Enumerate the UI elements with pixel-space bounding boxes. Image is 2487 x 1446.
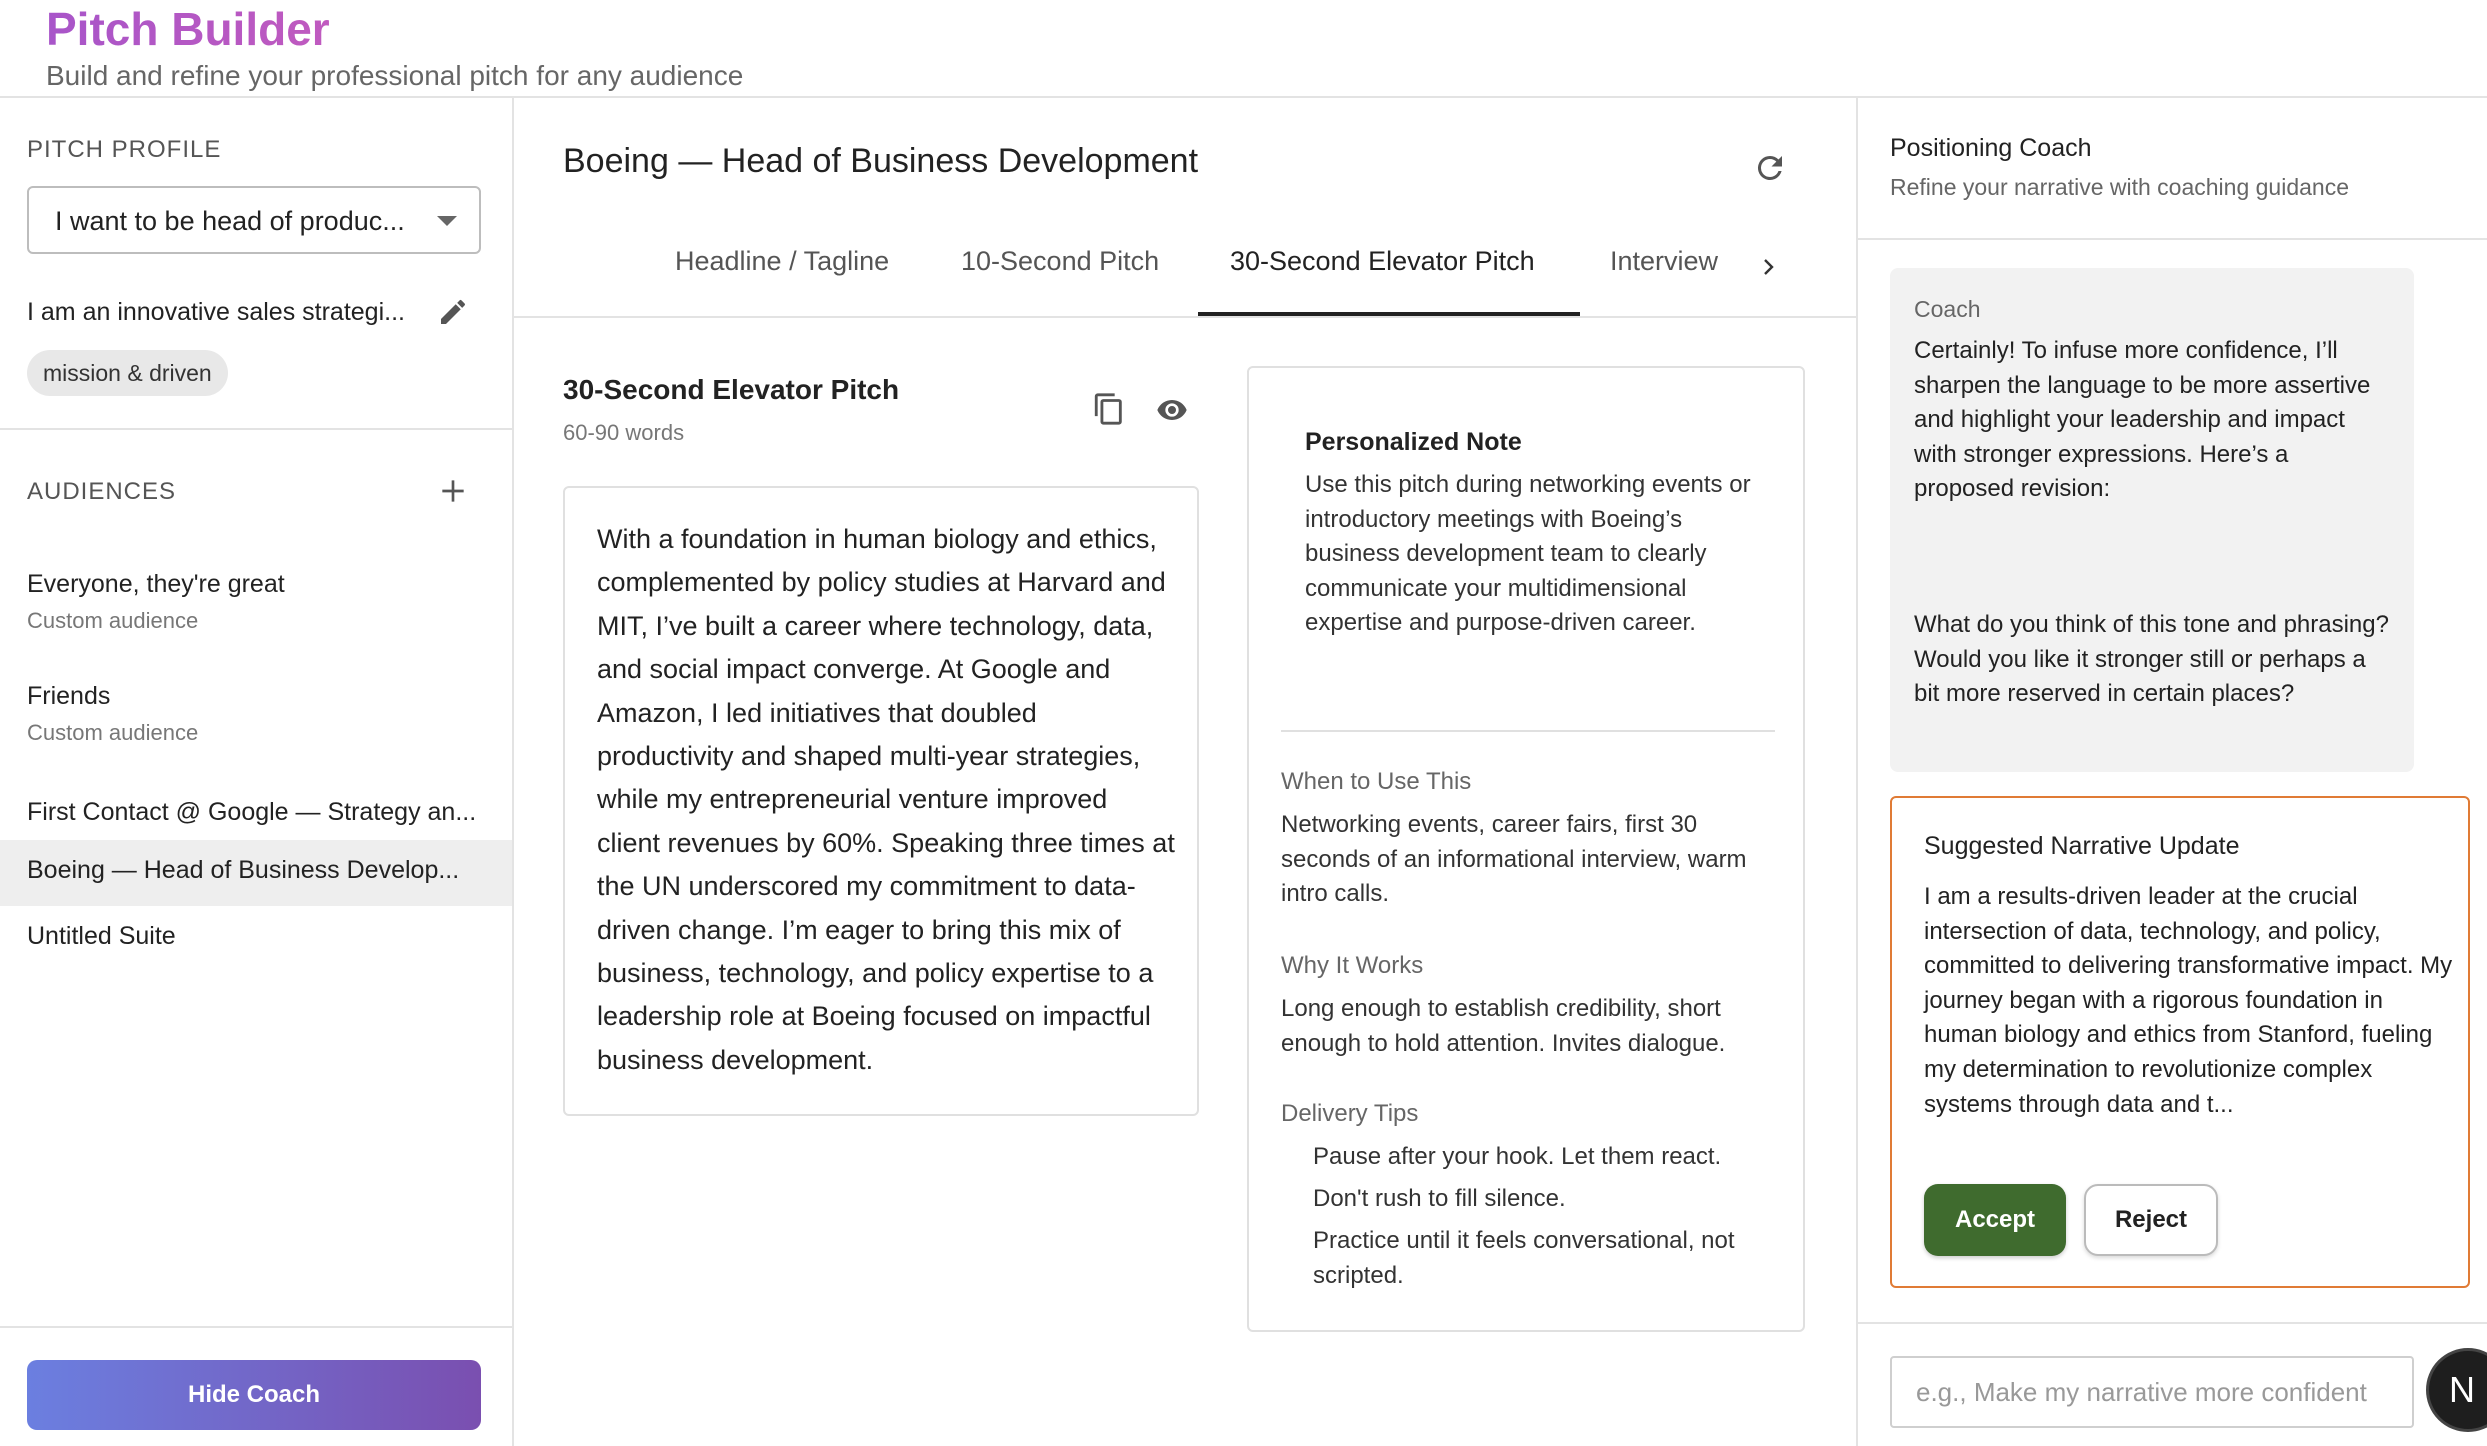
- delivery-tip: Don't rush to fill silence.: [1313, 1185, 1566, 1212]
- message-text: Certainly! To infuse more confidence, I’…: [1914, 337, 2371, 503]
- profile-description: I am an innovative sales strategi...: [27, 298, 405, 326]
- audience-name: First Contact @ Google — Strategy an...: [27, 798, 477, 826]
- eye-icon[interactable]: [1154, 394, 1190, 426]
- avatar[interactable]: N: [2426, 1348, 2487, 1432]
- delivery-tips-label: Delivery Tips: [1281, 1100, 1419, 1127]
- pencil-icon[interactable]: [437, 296, 469, 328]
- app-subtitle: Build and refine your professional pitch…: [46, 60, 744, 91]
- coach-bottom-divider: [1858, 1322, 2487, 1324]
- app-title: Pitch Builder: [46, 3, 330, 55]
- accept-button[interactable]: Accept: [1924, 1184, 2066, 1256]
- hide-coach-button[interactable]: Hide Coach: [27, 1360, 481, 1430]
- chevron-down-icon: [437, 216, 457, 226]
- personalized-note-card: Personalized Note Use this pitch during …: [1247, 366, 1805, 1332]
- audience-name: Everyone, they're great: [27, 570, 285, 598]
- message-text: What do you think of this tone and phras…: [1914, 611, 2389, 708]
- pitch-profile-select-value: I want to be head of produc...: [55, 206, 405, 236]
- chevron-right-icon[interactable]: [1756, 252, 1780, 282]
- coach-message: Coach Certainly! To infuse more confiden…: [1890, 268, 2414, 772]
- add-audience-icon[interactable]: [437, 475, 469, 507]
- pitch-text: With a foundation in human biology and e…: [597, 524, 1175, 1075]
- note-title: Personalized Note: [1305, 428, 1522, 456]
- app-header: Pitch Builder Build and refine your prof…: [0, 0, 2487, 98]
- profile-tag-chip[interactable]: mission & driven: [27, 350, 228, 396]
- sidebar: PITCH PROFILE I want to be head of produ…: [0, 98, 514, 1446]
- copy-icon[interactable]: [1092, 392, 1126, 426]
- coach-message-input[interactable]: [1890, 1356, 2414, 1428]
- pitch-profile-label: PITCH PROFILE: [27, 136, 222, 163]
- pitch-tabs: Headline / Tagline 10-Second Pitch 30-Se…: [514, 216, 1856, 318]
- message-sender: Coach: [1914, 296, 1981, 322]
- tab-30-second[interactable]: 30-Second Elevator Pitch: [1230, 246, 1535, 277]
- pitch-title: 30-Second Elevator Pitch: [563, 374, 900, 405]
- note-body: Use this pitch during networking events …: [1305, 471, 1751, 637]
- audience-name: Friends: [27, 682, 111, 710]
- coach-subtitle: Refine your narrative with coaching guid…: [1890, 174, 2349, 200]
- why-it-works-label: Why It Works: [1281, 952, 1424, 979]
- when-to-use-text: Networking events, career fairs, first 3…: [1281, 811, 1747, 908]
- pitch-profile-select[interactable]: I want to be head of produc...: [27, 186, 481, 254]
- audience-item-active[interactable]: Boeing — Head of Business Develop...: [0, 840, 512, 906]
- sidebar-divider: [0, 428, 514, 430]
- when-to-use-label: When to Use This: [1281, 768, 1472, 795]
- audience-name: Boeing — Head of Business Develop...: [27, 856, 460, 884]
- reject-button[interactable]: Reject: [2084, 1184, 2218, 1256]
- tab-10-second[interactable]: 10-Second Pitch: [961, 246, 1159, 277]
- why-it-works-text: Long enough to establish credibility, sh…: [1281, 995, 1726, 1057]
- refresh-icon[interactable]: [1752, 150, 1788, 186]
- tab-headline[interactable]: Headline / Tagline: [675, 246, 889, 277]
- active-tab-indicator: [1198, 312, 1580, 316]
- pitch-text-card: With a foundation in human biology and e…: [563, 486, 1199, 1116]
- suite-title: Boeing — Head of Business Development: [563, 142, 1199, 180]
- audience-item[interactable]: Untitled Suite: [0, 918, 512, 982]
- delivery-tip: Pause after your hook. Let them react.: [1313, 1143, 1722, 1170]
- suggested-narrative-card: Suggested Narrative Update I am a result…: [1890, 796, 2470, 1288]
- note-divider: [1281, 730, 1775, 732]
- coach-title: Positioning Coach: [1890, 134, 2092, 162]
- sidebar-bottom-divider: [0, 1326, 514, 1328]
- suggested-narrative-title: Suggested Narrative Update: [1924, 832, 2240, 860]
- audience-item[interactable]: Friends Custom audience: [0, 670, 512, 770]
- audience-type: Custom audience: [27, 608, 199, 633]
- tab-interview[interactable]: Interview: [1610, 246, 1718, 277]
- main-panel: Boeing — Head of Business Development He…: [514, 98, 1856, 1446]
- audiences-label: AUDIENCES: [27, 478, 177, 505]
- suggested-narrative-text: I am a results-driven leader at the cruc…: [1924, 883, 2453, 1118]
- audience-type: Custom audience: [27, 720, 199, 745]
- audience-item[interactable]: Everyone, they're great Custom audience: [0, 558, 512, 658]
- pitch-word-count: 60-90 words: [563, 420, 685, 445]
- audience-name: Untitled Suite: [27, 922, 176, 950]
- coach-divider: [1858, 238, 2487, 240]
- coach-panel: Positioning Coach Refine your narrative …: [1856, 98, 2487, 1446]
- delivery-tip: Practice until it feels conversational, …: [1313, 1227, 1735, 1289]
